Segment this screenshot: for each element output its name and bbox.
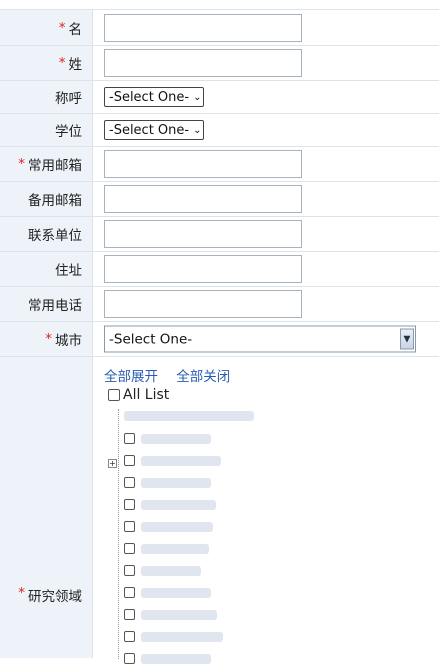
row-organization: 联系单位 <box>0 216 439 251</box>
all-list-item[interactable]: All List <box>108 387 169 403</box>
required-mark: * <box>45 331 52 347</box>
required-mark: * <box>58 55 66 71</box>
tree-node-checkbox[interactable] <box>124 433 135 444</box>
city-label: 城市 <box>55 333 82 349</box>
tree-node[interactable] <box>124 587 211 598</box>
organization-field[interactable] <box>104 220 302 248</box>
tree-node-checkbox[interactable] <box>124 587 135 598</box>
tree-node-checkbox[interactable] <box>124 631 135 642</box>
address-label: 住址 <box>55 263 82 279</box>
research-tree: All List + <box>108 387 439 664</box>
row-last-name: * 姓 <box>0 45 439 80</box>
title-select[interactable]: -Select One- ⌄ <box>104 87 205 107</box>
row-phone: 常用电话 <box>0 286 439 321</box>
email-label: 常用邮箱 <box>28 158 82 174</box>
last-name-label: 姓 <box>68 57 83 73</box>
title-label: 称呼 <box>55 91 82 107</box>
organization-label: 联系单位 <box>28 228 82 244</box>
row-city: * 城市 -Select One- ▼ <box>0 321 439 356</box>
tree-node[interactable] <box>124 631 223 642</box>
research-label: 研究领域 <box>28 589 82 605</box>
first-name-label: 名 <box>68 21 83 38</box>
degree-label: 学位 <box>55 124 82 140</box>
tree-node[interactable] <box>124 565 201 576</box>
city-select-value: -Select One- <box>109 331 193 347</box>
tree-connector <box>118 409 119 659</box>
tree-node-checkbox[interactable] <box>124 653 135 664</box>
collapse-all-link[interactable]: 全部关闭 <box>176 369 230 385</box>
expand-all-link[interactable]: 全部展开 <box>104 369 158 385</box>
degree-select-value: -Select One- <box>109 122 190 138</box>
row-research: * 研究领域 全部展开 全部关闭 All List + <box>0 356 439 664</box>
tree-node-checkbox[interactable] <box>124 565 135 576</box>
row-first-name: * 名 <box>0 9 439 45</box>
tree-node-checkbox[interactable] <box>124 455 135 466</box>
address-field[interactable] <box>104 255 302 283</box>
tree-node[interactable] <box>124 609 217 620</box>
required-mark: * <box>18 156 25 172</box>
row-title: 称呼 -Select One- ⌄ <box>0 80 439 113</box>
row-degree: 学位 -Select One- ⌄ <box>0 113 439 146</box>
email-field[interactable] <box>104 150 302 178</box>
tree-node-checkbox[interactable] <box>124 477 135 488</box>
alt-email-label: 备用邮箱 <box>28 193 82 209</box>
tree-node[interactable] <box>124 455 221 466</box>
first-name-field[interactable] <box>104 13 302 42</box>
last-name-field[interactable] <box>104 49 302 77</box>
research-tree-panel: 全部展开 全部关闭 All List + <box>94 357 439 664</box>
row-email: * 常用邮箱 <box>0 146 439 181</box>
tree-node[interactable] <box>124 653 211 664</box>
tree-node[interactable] <box>124 433 211 444</box>
tree-node-checkbox[interactable] <box>124 521 135 532</box>
phone-label: 常用电话 <box>28 298 82 314</box>
city-select[interactable]: -Select One- ▼ <box>104 325 416 353</box>
chevron-down-icon: ⌄ <box>193 124 202 136</box>
alt-email-field[interactable] <box>104 185 302 213</box>
tree-node[interactable] <box>124 499 216 510</box>
required-mark: * <box>58 19 66 36</box>
title-select-value: -Select One- <box>109 89 190 105</box>
all-list-label: All List <box>123 387 170 403</box>
chevron-down-icon: ⌄ <box>193 91 202 103</box>
tree-node-checkbox[interactable] <box>124 499 135 510</box>
tree-node[interactable] <box>124 521 213 532</box>
row-address: 住址 <box>0 251 439 286</box>
required-mark: * <box>18 585 25 601</box>
plus-icon[interactable]: + <box>108 459 117 468</box>
tree-node[interactable] <box>124 411 254 421</box>
chevron-down-icon: ▼ <box>400 328 414 350</box>
degree-select[interactable]: -Select One- ⌄ <box>104 120 205 140</box>
tree-node[interactable] <box>124 477 211 488</box>
tree-node-checkbox[interactable] <box>124 543 135 554</box>
row-alt-email: 备用邮箱 <box>0 181 439 216</box>
tree-node[interactable] <box>124 543 209 554</box>
tree-node-checkbox[interactable] <box>124 609 135 620</box>
phone-field[interactable] <box>104 290 302 318</box>
all-list-checkbox[interactable] <box>108 389 120 401</box>
